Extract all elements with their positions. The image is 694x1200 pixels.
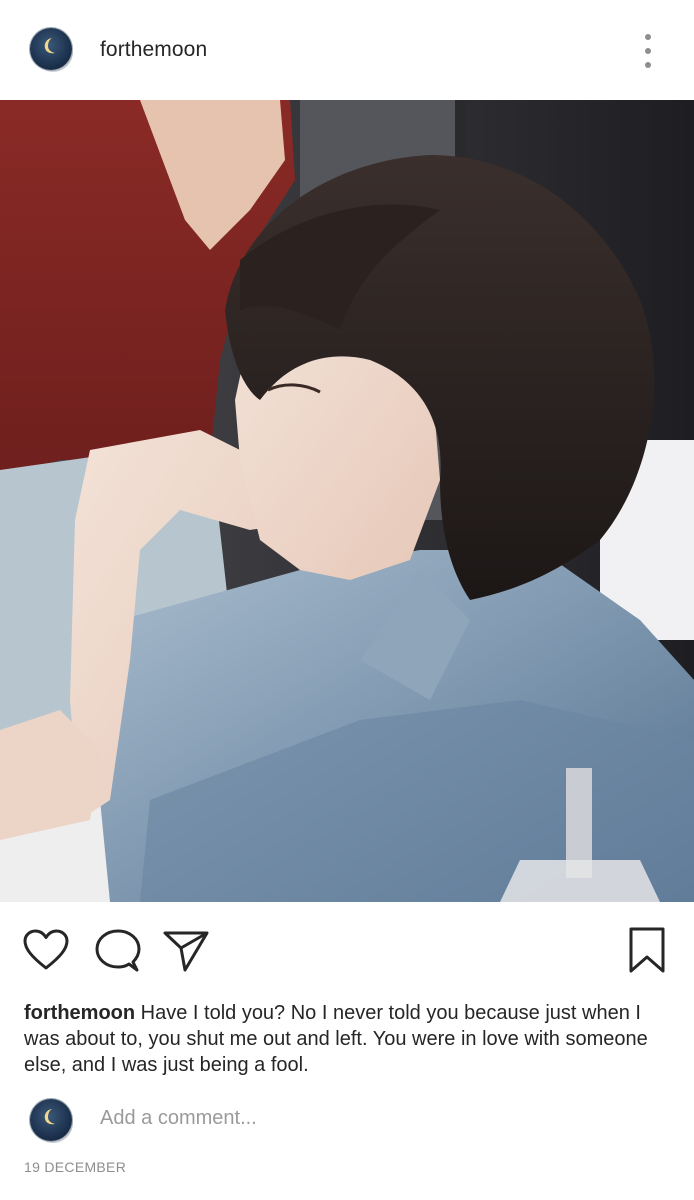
post-header: forthemoon <box>0 0 694 100</box>
post-date: 19 DECEMBER <box>24 1159 127 1175</box>
moon-icon <box>44 1109 55 1125</box>
caption-username[interactable]: forthemoon <box>24 1002 135 1024</box>
avatar[interactable] <box>30 28 72 70</box>
post-photo[interactable] <box>0 100 694 902</box>
post-caption: forthemoon Have I told you? No I never t… <box>24 1000 674 1078</box>
more-dot <box>645 34 651 40</box>
avatar <box>30 1099 72 1141</box>
post-username[interactable]: forthemoon <box>100 38 207 62</box>
more-dot <box>645 48 651 54</box>
more-options-icon[interactable] <box>640 34 656 68</box>
comment-bubble-icon[interactable] <box>95 928 141 974</box>
moon-icon <box>44 38 55 54</box>
comment-input[interactable]: Add a comment... <box>100 1107 257 1130</box>
paper-plane-icon[interactable] <box>162 929 210 973</box>
action-bar <box>0 902 694 997</box>
photo-illustration <box>0 100 694 902</box>
heart-icon[interactable] <box>22 928 70 972</box>
more-dot <box>645 62 651 68</box>
bookmark-icon[interactable] <box>628 926 666 974</box>
add-comment-row: Add a comment... <box>0 1095 694 1145</box>
